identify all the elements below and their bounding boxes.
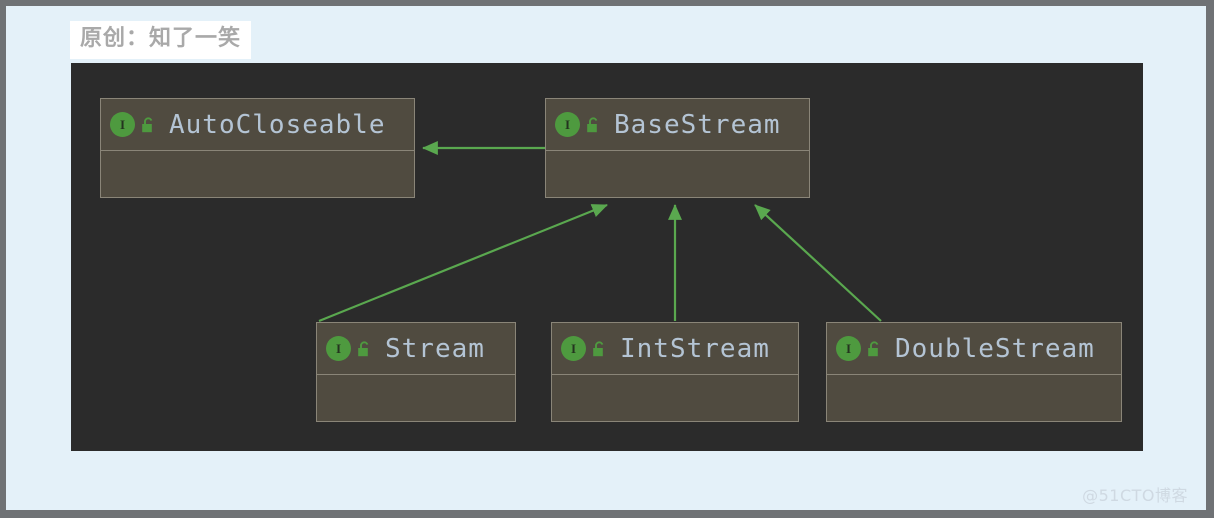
uml-class-autocloseable[interactable]: I AutoCloseable (100, 98, 415, 198)
uml-class-name: BaseStream (614, 110, 781, 140)
interface-icon-letter: I (846, 342, 851, 355)
interface-icon: I (561, 336, 586, 361)
uml-class-basestream[interactable]: I BaseStream (545, 98, 810, 198)
uml-class-stream[interactable]: I Stream (316, 322, 516, 422)
uml-class-header: I BaseStream (546, 99, 809, 151)
edge-stream-to-basestream (319, 205, 607, 321)
uml-class-name: IntStream (620, 334, 770, 364)
uml-diagram-canvas: I AutoCloseable I BaseStr (71, 63, 1143, 451)
unlocked-padlock-icon (866, 340, 882, 358)
interface-icon-letter: I (571, 342, 576, 355)
interface-icon: I (326, 336, 351, 361)
uml-class-members-compartment (552, 375, 798, 421)
watermark-top-left: 原创：知了一笑 (70, 21, 251, 59)
unlocked-padlock-icon (356, 340, 372, 358)
uml-class-doublestream[interactable]: I DoubleStream (826, 322, 1122, 422)
uml-class-intstream[interactable]: I IntStream (551, 322, 799, 422)
interface-icon: I (555, 112, 580, 137)
unlocked-padlock-icon (140, 116, 156, 134)
uml-class-header: I IntStream (552, 323, 798, 375)
uml-class-name: AutoCloseable (169, 110, 386, 140)
uml-class-header: I Stream (317, 323, 515, 375)
interface-icon-letter: I (336, 342, 341, 355)
uml-class-header: I AutoCloseable (101, 99, 414, 151)
uml-class-members-compartment (317, 375, 515, 421)
interface-icon-letter: I (120, 118, 125, 131)
interface-icon: I (836, 336, 861, 361)
uml-class-name: DoubleStream (895, 334, 1095, 364)
uml-class-members-compartment (546, 151, 809, 197)
unlocked-padlock-icon (591, 340, 607, 358)
unlocked-padlock-icon (585, 116, 601, 134)
uml-class-header: I DoubleStream (827, 323, 1121, 375)
interface-icon: I (110, 112, 135, 137)
edge-doublestream-to-basestream (755, 205, 881, 321)
uml-class-members-compartment (827, 375, 1121, 421)
watermark-bottom-right: @51CTO博客 (1082, 482, 1188, 506)
interface-icon-letter: I (565, 118, 570, 131)
diagram-screenshot: 原创：知了一笑 (0, 0, 1214, 518)
uml-class-name: Stream (385, 334, 485, 364)
uml-class-members-compartment (101, 151, 414, 197)
page-background: 原创：知了一笑 (6, 6, 1206, 510)
